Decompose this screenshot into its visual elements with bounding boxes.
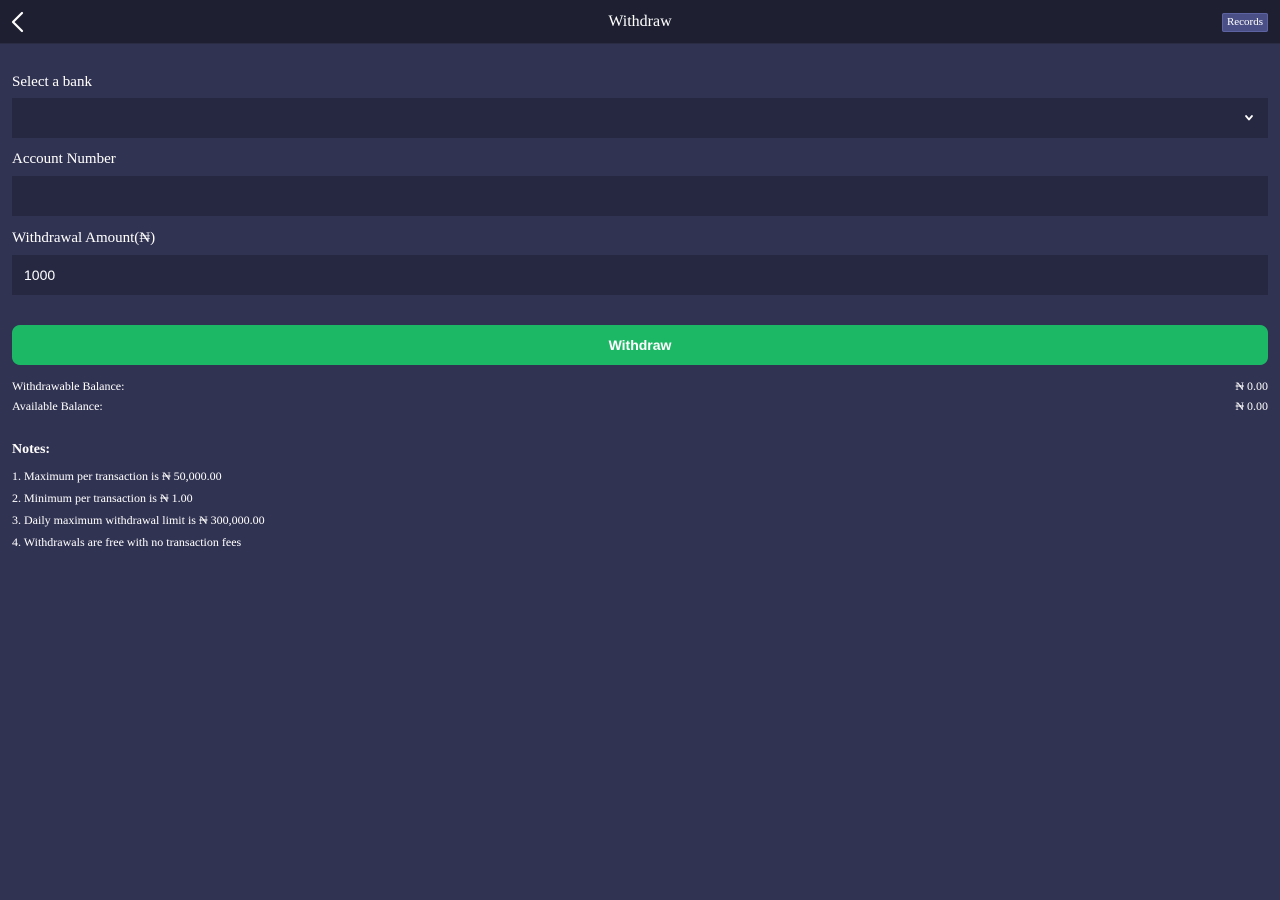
withdrawable-balance-row: Withdrawable Balance: ₦ 0.00 [12, 378, 1268, 394]
bank-select[interactable] [12, 98, 1268, 138]
page-title: Withdraw [608, 13, 672, 30]
notes-list: 1. Maximum per transaction is ₦ 50,000.0… [12, 465, 265, 553]
available-balance-value: ₦ 0.00 [1235, 399, 1268, 413]
withdrawable-balance-value: ₦ 0.00 [1235, 379, 1268, 393]
records-button[interactable]: Records [1221, 13, 1268, 32]
available-balance-row: Available Balance: ₦ 0.00 [12, 398, 1268, 414]
note-item: 1. Maximum per transaction is ₦ 50,000.0… [12, 469, 222, 483]
notes-title: Notes: [12, 442, 51, 457]
available-balance-label: Available Balance: [12, 399, 103, 413]
note-item: 2. Minimum per transaction is ₦ 1.00 [12, 491, 193, 505]
withdrawal-amount-input[interactable] [12, 255, 1268, 295]
withdraw-button[interactable]: Withdraw [12, 325, 1268, 365]
withdrawal-amount-label: Withdrawal Amount(₦) [12, 230, 156, 246]
note-item: 3. Daily maximum withdrawal limit is ₦ 3… [12, 513, 265, 527]
note-item: 4. Withdrawals are free with no transact… [12, 535, 242, 549]
bank-label: Select a bank [12, 74, 92, 90]
chevron-down-icon [1245, 115, 1253, 121]
top-bar: Withdraw Records [0, 0, 1280, 44]
withdrawable-balance-label: Withdrawable Balance: [12, 379, 125, 393]
account-number-label: Account Number [12, 151, 116, 167]
account-number-input[interactable] [12, 176, 1268, 216]
